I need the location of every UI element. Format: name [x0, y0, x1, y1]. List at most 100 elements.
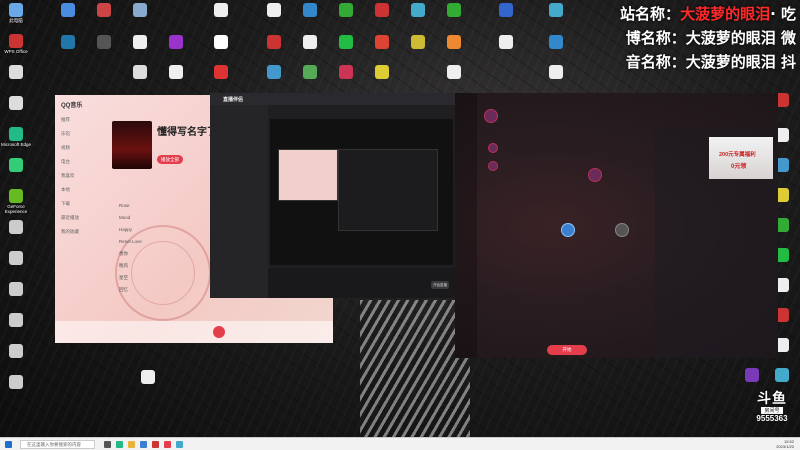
file-icon: [9, 65, 23, 79]
desktop-icon-label: [0, 173, 32, 183]
app-icon[interactable]: [176, 441, 183, 448]
desktop-icon[interactable]: [0, 220, 32, 245]
desktop-icon[interactable]: [438, 3, 470, 18]
empty-seat[interactable]: [615, 223, 629, 237]
app-icon[interactable]: [152, 441, 159, 448]
desktop-icon[interactable]: [0, 344, 32, 369]
desktop-icon[interactable]: [490, 3, 522, 18]
qq-nav-item[interactable]: 视频: [61, 145, 70, 151]
user-avatar: [488, 161, 498, 171]
desktop-icon[interactable]: [124, 35, 156, 50]
file-icon: [9, 375, 23, 389]
room-number: 9555363: [756, 414, 788, 423]
song-row[interactable]: 星空: [119, 275, 128, 281]
system-clock[interactable]: 15:52 2023/1/20: [776, 439, 794, 449]
taskview-icon[interactable]: [104, 441, 111, 448]
desktop-icon[interactable]: [258, 65, 290, 80]
song-row[interactable]: 晚风: [119, 263, 128, 269]
wallpaper-stripes: [360, 300, 470, 440]
preview-game-thumb: [338, 149, 438, 231]
desktop-icon[interactable]: [160, 35, 192, 50]
desktop-icon[interactable]: [330, 35, 362, 50]
desktop-icon[interactable]: [0, 65, 32, 90]
promo-text: 200元专属福利: [719, 152, 756, 158]
song-row[interactable]: Mood: [119, 215, 130, 220]
song-row[interactable]: 想你: [119, 251, 128, 257]
desktop-icon[interactable]: [294, 65, 326, 80]
live-companion-window[interactable]: 直播伴侣 开始直播: [210, 93, 455, 298]
desktop-icon[interactable]: [205, 35, 237, 50]
desktop-icon[interactable]: [402, 3, 434, 18]
start-button[interactable]: 开始: [547, 345, 587, 355]
desktop-icon[interactable]: [88, 35, 120, 50]
song-row[interactable]: Reset Love: [119, 239, 142, 244]
desktop-icon[interactable]: [160, 65, 192, 80]
folder-icon[interactable]: [128, 441, 135, 448]
desktop-icon[interactable]: [0, 313, 32, 338]
desktop-icon[interactable]: Microsoft Edge: [0, 127, 32, 152]
desktop-icon[interactable]: [490, 35, 522, 50]
qq-logo: QQ音乐: [61, 103, 83, 109]
desktop-icon[interactable]: [540, 3, 572, 18]
voice-chat-window[interactable]: 200元专属福利 0元领 开始: [455, 93, 778, 358]
desktop-icon[interactable]: [330, 65, 362, 80]
start-icon[interactable]: [5, 441, 12, 448]
desktop-icon[interactable]: [366, 3, 398, 18]
qq-nav-item[interactable]: 我喜欢: [61, 173, 75, 179]
file-icon: [9, 344, 23, 358]
desktop-icon[interactable]: [438, 35, 470, 50]
song-row[interactable]: Happy: [119, 227, 132, 232]
desktop-icon[interactable]: [294, 35, 326, 50]
app-icon[interactable]: [164, 441, 171, 448]
desktop-icon[interactable]: [366, 65, 398, 80]
edge-icon[interactable]: [116, 441, 123, 448]
desktop-icon[interactable]: [402, 35, 434, 50]
desktop-icon[interactable]: [124, 65, 156, 80]
preview-qq-thumb: [278, 149, 338, 201]
desktop-icon[interactable]: [294, 3, 326, 18]
play-pause-button[interactable]: [213, 326, 225, 338]
desktop-icon-label: [0, 390, 32, 400]
qq-nav-item[interactable]: 推荐: [61, 117, 70, 123]
song-row[interactable]: Rose: [119, 203, 130, 208]
desktop-icon[interactable]: [205, 3, 237, 18]
song-row[interactable]: 回忆: [119, 287, 128, 293]
qq-nav-item[interactable]: 电台: [61, 159, 70, 165]
desktop-icon[interactable]: [330, 3, 362, 18]
desktop-icon[interactable]: [132, 370, 164, 385]
desktop-icon[interactable]: [0, 96, 32, 121]
store-icon[interactable]: [140, 441, 147, 448]
stream-preview: [270, 119, 453, 265]
desktop-icon[interactable]: [0, 282, 32, 307]
desktop-icon[interactable]: [540, 35, 572, 50]
desktop-icon[interactable]: [258, 3, 290, 18]
desktop-icon[interactable]: GeForce Experience: [0, 189, 32, 214]
desktop-icon[interactable]: [124, 3, 156, 18]
desktop-icon[interactable]: [258, 35, 290, 50]
start-live-button[interactable]: 开始直播: [431, 281, 449, 289]
edge-desktop-icon[interactable]: [52, 35, 84, 50]
desktop-icon[interactable]: [438, 65, 470, 80]
desktop-icon[interactable]: [0, 251, 32, 276]
desktop-icon[interactable]: [0, 375, 32, 400]
desktop-icon[interactable]: [88, 3, 120, 18]
file-icon: [9, 251, 23, 265]
desktop-icon-label: [0, 297, 32, 307]
qq-nav-item[interactable]: 乐馆: [61, 131, 70, 137]
desktop-icon[interactable]: [52, 3, 84, 18]
promo-banner[interactable]: 200元专属福利 0元领: [709, 137, 773, 179]
play-all-button[interactable]: 播放全部: [157, 155, 183, 164]
desktop-icon[interactable]: [205, 65, 237, 80]
qq-nav-item[interactable]: 最近播放: [61, 215, 79, 221]
taskbar-search[interactable]: 在这里输入你要搜索的内容: [20, 440, 95, 449]
qq-nav-item[interactable]: 我的收藏: [61, 229, 79, 235]
desktop-icon[interactable]: [736, 368, 768, 383]
qq-nav-item[interactable]: 下载: [61, 201, 70, 207]
desktop-icon[interactable]: [540, 65, 572, 80]
desktop-icon[interactable]: WPS Office: [0, 34, 32, 59]
desktop-icon[interactable]: [766, 368, 798, 383]
qq-nav-item[interactable]: 本地: [61, 187, 70, 193]
desktop-icon[interactable]: [366, 35, 398, 50]
desktop-icon[interactable]: 此电脑: [0, 3, 32, 28]
desktop-icon[interactable]: [0, 158, 32, 183]
